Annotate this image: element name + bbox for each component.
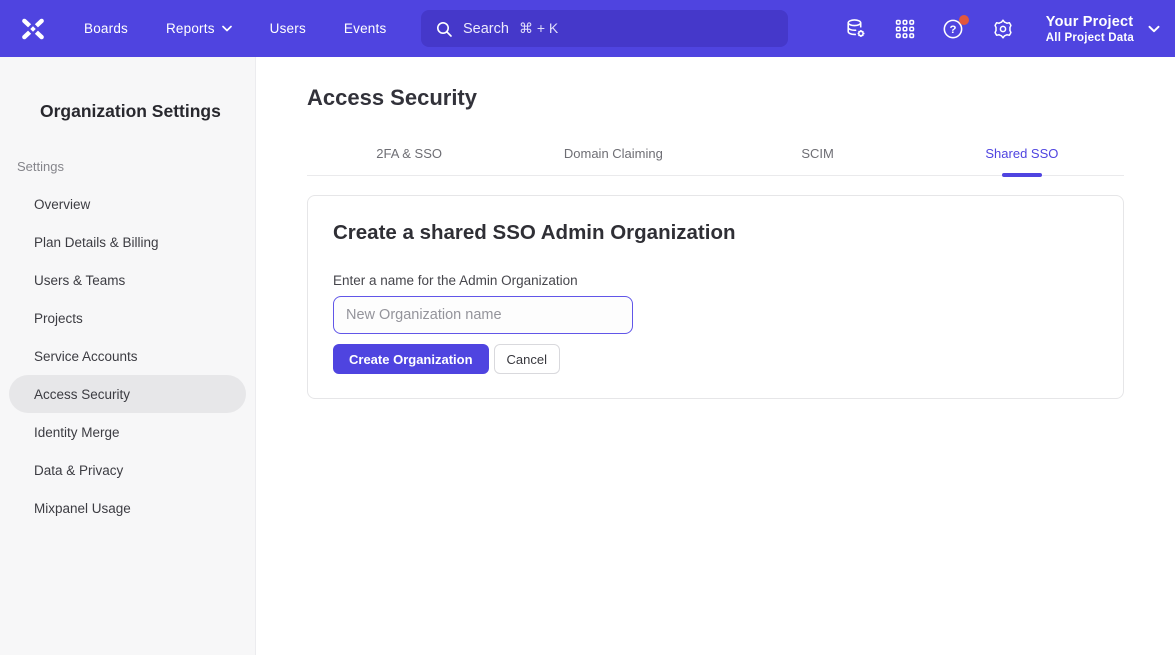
nav-right-controls: ? Your Project All Project Data [843, 14, 1160, 44]
nav-item-label: Users [270, 21, 306, 36]
sidebar-item-label: Overview [34, 197, 90, 212]
primary-nav-links: Boards Reports Users Events [84, 21, 386, 36]
tab-label: 2FA & SSO [376, 146, 442, 161]
sidebar-item-plan-details-billing[interactable]: Plan Details & Billing [9, 223, 246, 261]
nav-item-reports[interactable]: Reports [166, 21, 232, 36]
access-security-tabs: 2FA & SSO Domain Claiming SCIM Shared SS… [307, 146, 1124, 176]
sidebar-section-label: Settings [17, 159, 255, 175]
apps-grid-icon[interactable] [892, 16, 918, 42]
cancel-button[interactable]: Cancel [494, 344, 560, 374]
nav-item-events[interactable]: Events [344, 21, 386, 36]
tab-label: Domain Claiming [564, 146, 663, 161]
settings-sidebar: Organization Settings Settings Overview … [0, 57, 256, 655]
sidebar-item-label: Data & Privacy [34, 463, 123, 478]
help-icon[interactable]: ? [941, 16, 967, 42]
project-data-scope: All Project Data [1046, 32, 1134, 44]
search-shortcut-hint: ⌘ + K [519, 20, 558, 37]
sidebar-item-label: Access Security [34, 387, 130, 402]
tab-shared-sso[interactable]: Shared SSO [920, 146, 1124, 175]
sidebar-item-list: Overview Plan Details & Billing Users & … [0, 185, 255, 527]
search-icon [435, 20, 453, 38]
sidebar-item-service-accounts[interactable]: Service Accounts [9, 337, 246, 375]
card-actions: Create Organization Cancel [333, 344, 1098, 374]
tab-label: Shared SSO [985, 146, 1058, 161]
main-content: Access Security 2FA & SSO Domain Claimin… [256, 57, 1175, 399]
org-name-field-label: Enter a name for the Admin Organization [333, 272, 1098, 289]
sidebar-item-access-security[interactable]: Access Security [9, 375, 246, 413]
sidebar-item-overview[interactable]: Overview [9, 185, 246, 223]
chevron-down-icon [1148, 25, 1160, 33]
sidebar-item-data-privacy[interactable]: Data & Privacy [9, 451, 246, 489]
tab-domain-claiming[interactable]: Domain Claiming [511, 146, 715, 175]
create-organization-button[interactable]: Create Organization [333, 344, 489, 374]
sidebar-item-mixpanel-usage[interactable]: Mixpanel Usage [9, 489, 246, 527]
gear-icon[interactable] [990, 16, 1016, 42]
tab-scim[interactable]: SCIM [716, 146, 920, 175]
nav-item-label: Boards [84, 21, 128, 36]
nav-item-boards[interactable]: Boards [84, 21, 128, 36]
project-info: Your Project All Project Data [1046, 14, 1134, 44]
sidebar-title: Organization Settings [0, 57, 255, 122]
page-title: Access Security [307, 84, 1124, 111]
tab-label: SCIM [801, 146, 834, 161]
org-name-input[interactable] [333, 296, 633, 334]
data-management-icon[interactable] [843, 16, 869, 42]
project-switcher[interactable]: Your Project All Project Data [1046, 14, 1160, 44]
nav-item-label: Reports [166, 21, 215, 36]
sidebar-item-label: Projects [34, 311, 83, 326]
sidebar-item-label: Mixpanel Usage [34, 501, 131, 516]
card-title: Create a shared SSO Admin Organization [333, 220, 1098, 246]
sidebar-item-users-teams[interactable]: Users & Teams [9, 261, 246, 299]
sidebar-item-label: Service Accounts [34, 349, 138, 364]
notification-dot [959, 15, 969, 25]
sidebar-item-label: Identity Merge [34, 425, 120, 440]
sidebar-item-identity-merge[interactable]: Identity Merge [9, 413, 246, 451]
chevron-down-icon [222, 25, 232, 32]
nav-item-label: Events [344, 21, 386, 36]
sidebar-item-label: Users & Teams [34, 273, 125, 288]
svg-text:?: ? [950, 24, 957, 36]
top-navigation-bar: Boards Reports Users Events Search ⌘ + K [0, 0, 1175, 57]
nav-item-users[interactable]: Users [270, 21, 306, 36]
search-placeholder: Search [463, 21, 509, 37]
create-shared-sso-card: Create a shared SSO Admin Organization E… [307, 195, 1124, 399]
sidebar-item-label: Plan Details & Billing [34, 235, 159, 250]
sidebar-item-projects[interactable]: Projects [9, 299, 246, 337]
project-name: Your Project [1046, 14, 1134, 30]
mixpanel-logo[interactable] [19, 15, 46, 42]
tab-2fa-sso[interactable]: 2FA & SSO [307, 146, 511, 175]
search-input[interactable]: Search ⌘ + K [421, 10, 788, 47]
